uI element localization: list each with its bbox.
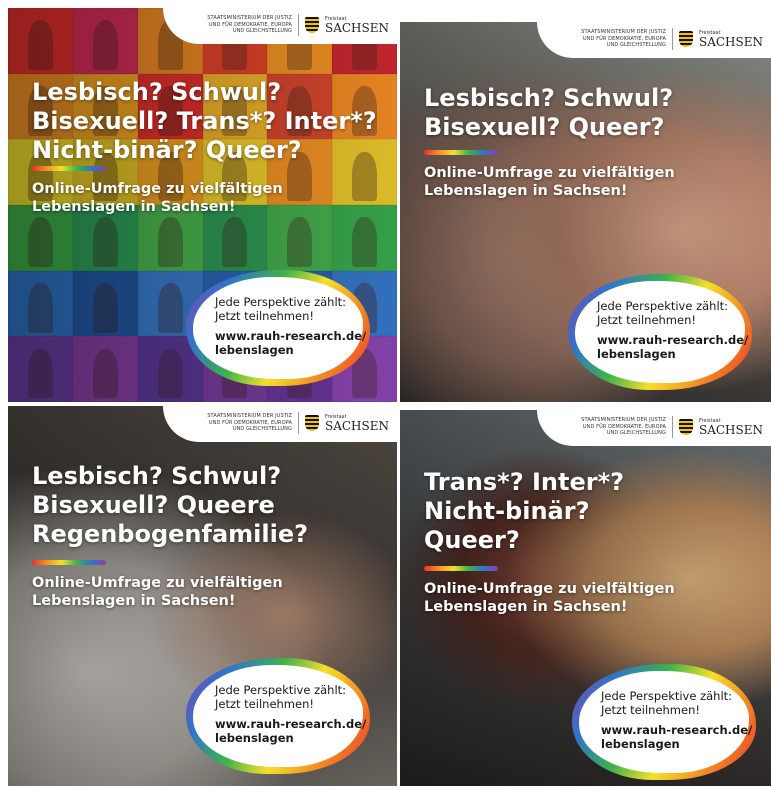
survey-link[interactable]: www.rauh-research.de/ bbox=[601, 723, 752, 737]
cta-badge[interactable]: Jede Perspektive zählt: Jetzt teilnehmen… bbox=[186, 658, 370, 774]
cta-badge[interactable]: Jede Perspektive zählt: Jetzt teilnehmen… bbox=[568, 274, 752, 390]
state-name: SACHSEN bbox=[324, 418, 389, 433]
state-name: SACHSEN bbox=[698, 422, 763, 437]
ministry-logo: STAATSMINISTERIUM DER JUSTIZ UND FÜR DEM… bbox=[162, 8, 397, 44]
ministry-logo: STAATSMINISTERIUM DER JUSTIZ UND FÜR DEM… bbox=[162, 406, 397, 442]
ad-tile-2: STAATSMINISTERIUM DER JUSTIZ UND FÜR DEM… bbox=[400, 22, 771, 402]
ministry-name: STAATSMINISTERIUM DER JUSTIZ UND FÜR DEM… bbox=[207, 413, 292, 433]
ministry-logo: STAATSMINISTERIUM DER JUSTIZ UND FÜR DEM… bbox=[536, 410, 771, 446]
saxony-crest-icon bbox=[304, 415, 319, 431]
headline: Lesbisch? Schwul? Bisexuell? Queere Rege… bbox=[32, 462, 309, 548]
state-name: SACHSEN bbox=[698, 34, 763, 49]
saxony-crest-icon bbox=[304, 17, 319, 33]
rainbow-bar bbox=[32, 560, 106, 565]
rainbow-bar bbox=[424, 150, 498, 155]
survey-subline: Online-Umfrage zu vielfältigen Lebenslag… bbox=[424, 581, 675, 615]
survey-subline: Online-Umfrage zu vielfältigen Lebenslag… bbox=[424, 165, 675, 199]
rainbow-bar bbox=[32, 166, 106, 171]
survey-subline: Online-Umfrage zu vielfältigen Lebenslag… bbox=[32, 181, 283, 215]
headline: Lesbisch? Schwul? Bisexuell? Trans*? Int… bbox=[32, 78, 377, 164]
ministry-name: STAATSMINISTERIUM DER JUSTIZ UND FÜR DEM… bbox=[581, 417, 666, 437]
survey-link[interactable]: www.rauh-research.de/ bbox=[215, 717, 366, 731]
survey-link[interactable]: www.rauh-research.de/ bbox=[215, 329, 366, 343]
survey-subline: Online-Umfrage zu vielfältigen Lebenslag… bbox=[32, 575, 283, 609]
cta-badge[interactable]: Jede Perspektive zählt: Jetzt teilnehmen… bbox=[186, 270, 370, 386]
ministry-name: STAATSMINISTERIUM DER JUSTIZ UND FÜR DEM… bbox=[581, 29, 666, 49]
cta-badge[interactable]: Jede Perspektive zählt: Jetzt teilnehmen… bbox=[572, 664, 756, 780]
ministry-name: STAATSMINISTERIUM DER JUSTIZ UND FÜR DEM… bbox=[207, 15, 292, 35]
survey-link[interactable]: www.rauh-research.de/ bbox=[597, 333, 748, 347]
ad-tile-3: STAATSMINISTERIUM DER JUSTIZ UND FÜR DEM… bbox=[8, 406, 397, 786]
rainbow-bar bbox=[424, 566, 498, 571]
headline: Lesbisch? Schwul? Bisexuell? Queer? bbox=[424, 84, 674, 141]
headline: Trans*? Inter*? Nicht-binär? Queer? bbox=[424, 468, 625, 554]
ad-tile-1: STAATSMINISTERIUM DER JUSTIZ UND FÜR DEM… bbox=[8, 8, 397, 402]
ad-tile-4: STAATSMINISTERIUM DER JUSTIZ UND FÜR DEM… bbox=[400, 410, 771, 786]
ministry-logo: STAATSMINISTERIUM DER JUSTIZ UND FÜR DEM… bbox=[536, 22, 771, 58]
saxony-crest-icon bbox=[678, 31, 693, 47]
state-name: SACHSEN bbox=[324, 20, 389, 35]
saxony-crest-icon bbox=[678, 419, 693, 435]
